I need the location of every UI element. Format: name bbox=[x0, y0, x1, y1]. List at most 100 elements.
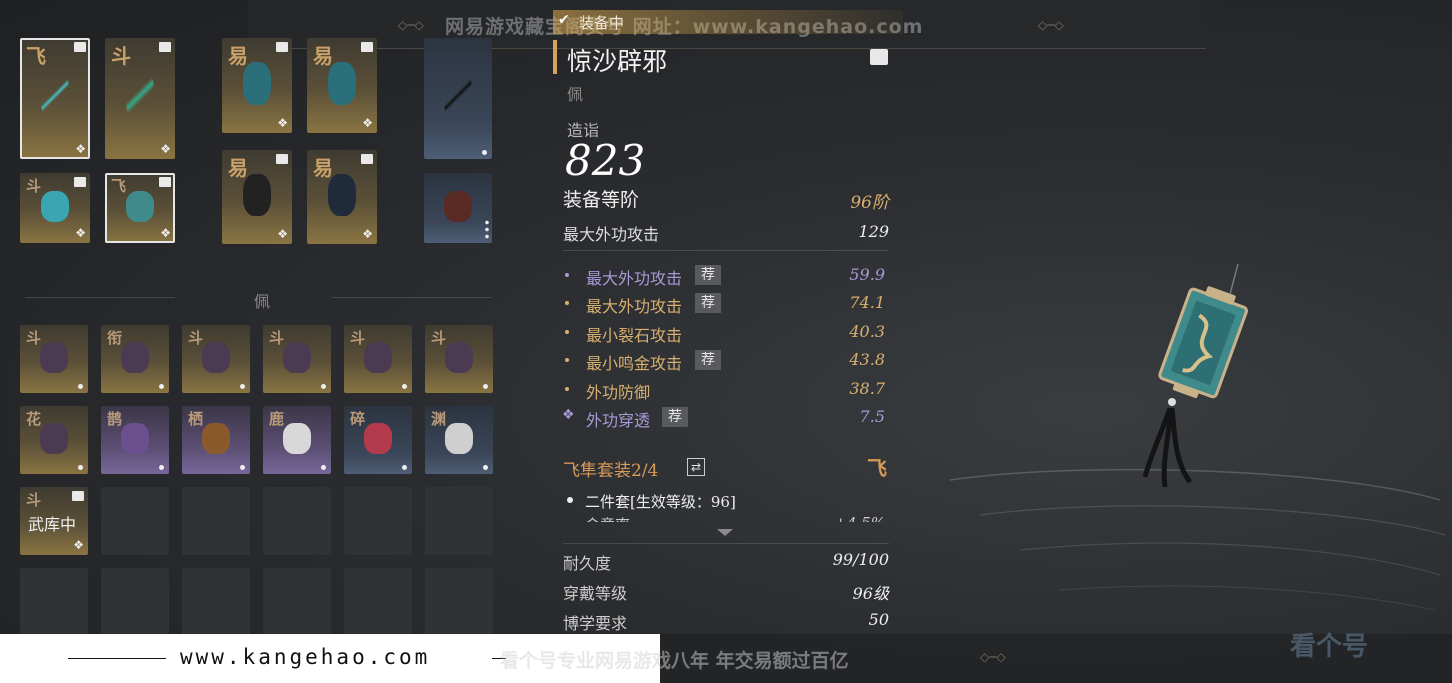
armory-slot[interactable]: 斗 武库中 ❖ bbox=[20, 487, 88, 555]
recommended-badge: 荐 bbox=[695, 293, 721, 314]
item-art bbox=[121, 423, 149, 454]
item-art bbox=[445, 342, 473, 373]
tag-icon bbox=[74, 42, 86, 52]
pendant-slot[interactable]: 斗 bbox=[182, 325, 250, 393]
skill-value: 823 bbox=[565, 136, 646, 185]
pendant-slot[interactable]: 斗 bbox=[263, 325, 331, 393]
slot-glyph: 易 bbox=[313, 156, 333, 180]
empty-slot[interactable] bbox=[182, 568, 250, 636]
equipment-slot[interactable]: 易 ❖ bbox=[222, 38, 292, 133]
tag-icon bbox=[72, 491, 84, 501]
pendant-slot[interactable]: 斗 bbox=[425, 325, 493, 393]
swap-icon[interactable]: ⇄ bbox=[687, 458, 705, 476]
pendant-slot[interactable]: 衔 bbox=[101, 325, 169, 393]
ornament-icon: ◇─◇ bbox=[398, 18, 424, 32]
star-icon: ❖ bbox=[362, 116, 373, 130]
learning-label: 博学要求 bbox=[563, 614, 628, 633]
slot-glyph: 斗 bbox=[26, 329, 42, 347]
item-art bbox=[328, 61, 356, 105]
check-icon: ✔ bbox=[558, 12, 570, 28]
bullet-icon bbox=[565, 329, 569, 334]
slot-glyph: 斗 bbox=[350, 329, 366, 347]
pendant-slot[interactable]: 碎 bbox=[344, 406, 412, 474]
slot-glyph: 斗 bbox=[26, 177, 42, 195]
pendant-slot[interactable]: 鹊 bbox=[101, 406, 169, 474]
empty-slot[interactable] bbox=[101, 487, 169, 555]
bullet-icon bbox=[565, 386, 569, 391]
pendant-slot[interactable]: 渊 bbox=[425, 406, 493, 474]
tag-icon[interactable] bbox=[870, 49, 888, 65]
star-icon: ❖ bbox=[362, 227, 373, 241]
divider bbox=[25, 297, 175, 298]
equipment-slot[interactable]: 斗 ❖ bbox=[20, 173, 90, 243]
slot-glyph: 鹊 bbox=[107, 410, 123, 428]
more-icon[interactable] bbox=[485, 219, 489, 239]
slot-glyph: 易 bbox=[228, 156, 248, 180]
sub-stat-row: 外功防御 38.7 bbox=[553, 378, 889, 402]
empty-slot[interactable] bbox=[263, 487, 331, 555]
equipment-slot[interactable]: 飞 ❖ bbox=[105, 173, 175, 243]
empty-slot[interactable] bbox=[344, 487, 412, 555]
tag-icon bbox=[159, 42, 171, 52]
set-label: 飞隼套装2/4 bbox=[563, 461, 659, 481]
equipment-slot[interactable]: 易 ❖ bbox=[307, 150, 377, 244]
item-art bbox=[283, 342, 311, 373]
armory-label: 武库中 bbox=[28, 515, 77, 534]
slot-glyph: 鹿 bbox=[269, 410, 285, 428]
watermark-url: www.kangehao.com bbox=[180, 645, 431, 669]
sub-stat-value: 40.3 bbox=[849, 321, 885, 341]
empty-slot[interactable] bbox=[425, 487, 493, 555]
scroll-down-icon[interactable] bbox=[717, 529, 733, 536]
empty-slot[interactable] bbox=[344, 568, 412, 636]
pendant-slot[interactable]: 栖 bbox=[182, 406, 250, 474]
empty-slot[interactable] bbox=[425, 568, 493, 636]
sub-stat-label: 最小裂石攻击 bbox=[586, 325, 683, 345]
dot-icon bbox=[482, 150, 487, 155]
dot-icon bbox=[240, 465, 245, 470]
set-effect: 二件套[生效等级：96] bbox=[585, 493, 736, 511]
item-detail-panel: ✔ 装备中 惊沙辟邪 佩 造诣 823 装备等阶 96阶 最大外功攻击 129 … bbox=[553, 0, 903, 640]
wear-level-label: 穿戴等级 bbox=[563, 584, 628, 603]
empty-slot[interactable] bbox=[182, 487, 250, 555]
main-stat-label: 最大外功攻击 bbox=[563, 225, 660, 244]
star-icon: ❖ bbox=[160, 226, 171, 240]
sub-stat-row: 最小裂石攻击 40.3 bbox=[553, 321, 889, 345]
sub-stat-label: 外功穿透 bbox=[586, 411, 651, 430]
equipment-slot[interactable] bbox=[424, 173, 492, 243]
star-icon: ❖ bbox=[75, 142, 86, 156]
empty-slot[interactable] bbox=[101, 568, 169, 636]
slot-glyph: 斗 bbox=[188, 329, 204, 347]
pendant-render bbox=[1142, 263, 1248, 488]
slot-glyph: 斗 bbox=[111, 44, 131, 68]
accent-bar bbox=[553, 40, 557, 74]
ornament-icon: ◇─◇ bbox=[1038, 18, 1064, 32]
slot-glyph: 斗 bbox=[26, 491, 42, 509]
equipment-slot[interactable]: 飞 ❖ bbox=[20, 38, 90, 159]
dot-icon bbox=[159, 384, 164, 389]
dot-icon bbox=[159, 465, 164, 470]
empty-slot[interactable] bbox=[20, 568, 88, 636]
watermark-bottom: 看个号专业网易游戏八年 年交易额过百亿 bbox=[500, 650, 849, 672]
item-art bbox=[40, 423, 68, 454]
pendant-slot[interactable]: 鹿 bbox=[263, 406, 331, 474]
pendant-slot[interactable]: 斗 bbox=[344, 325, 412, 393]
sub-stat-label: 最大外功攻击 bbox=[586, 297, 683, 317]
bullet-icon bbox=[567, 497, 573, 503]
sub-stat-value: 74.1 bbox=[849, 293, 885, 313]
equipment-slot[interactable]: 易 ❖ bbox=[222, 150, 292, 244]
item-art bbox=[202, 423, 230, 454]
url-line bbox=[68, 658, 166, 659]
learning-value: 50 bbox=[868, 610, 889, 629]
main-stat-value: 129 bbox=[858, 222, 889, 241]
sub-stat-value: 59.9 bbox=[849, 265, 885, 284]
equipment-slot[interactable] bbox=[424, 38, 492, 159]
set-glyph: 飞 bbox=[867, 456, 887, 480]
dot-icon bbox=[402, 384, 407, 389]
empty-slot[interactable] bbox=[263, 568, 331, 636]
pendant-section-label: 佩 bbox=[254, 292, 271, 311]
equipment-slot[interactable]: 易 ❖ bbox=[307, 38, 377, 133]
pendant-slot[interactable]: 花 bbox=[20, 406, 88, 474]
star-icon: ❖ bbox=[73, 538, 84, 552]
equipment-slot[interactable]: 斗 ❖ bbox=[105, 38, 175, 159]
pendant-slot[interactable]: 斗 bbox=[20, 325, 88, 393]
